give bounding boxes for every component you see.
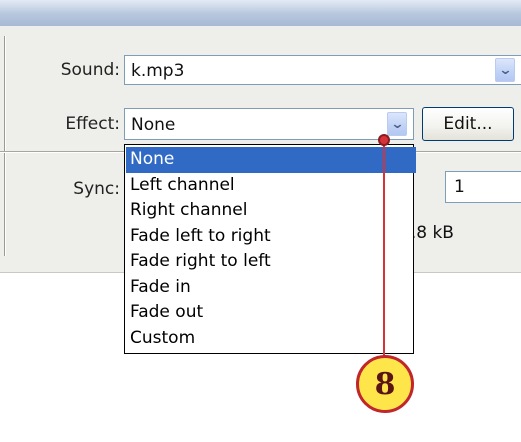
effect-select[interactable]: None ⌄ — [124, 108, 414, 140]
annotation-pointer-dot — [378, 134, 390, 146]
effect-dropdown-list[interactable]: None Left channel Right channel Fade lef… — [124, 144, 416, 354]
annotation-pointer-line — [383, 139, 385, 357]
effect-option-none[interactable]: None — [126, 147, 416, 173]
effect-edit-button[interactable]: Edit... — [422, 107, 514, 141]
sound-select-dropdown-button[interactable]: ⌄ — [495, 58, 515, 82]
effect-option-fade-out[interactable]: Fade out — [126, 300, 416, 326]
sync-label: Sync: — [73, 179, 120, 199]
effect-option-fade-left-to-right[interactable]: Fade left to right — [126, 224, 416, 250]
effect-select-value: None — [131, 115, 176, 135]
repeat-count-value: 1 — [454, 177, 465, 197]
effect-option-custom[interactable]: Custom — [126, 326, 416, 352]
chevron-down-icon: ⌄ — [497, 62, 513, 78]
sound-label: Sound: — [60, 60, 120, 80]
chevron-down-icon: ⌄ — [389, 116, 405, 132]
effect-select-dropdown-button[interactable]: ⌄ — [387, 112, 407, 136]
panel-title-bar — [0, 0, 521, 26]
effect-label: Effect: — [65, 114, 120, 134]
effect-option-fade-in[interactable]: Fade in — [126, 275, 416, 301]
sound-select-value: k.mp3 — [131, 61, 185, 81]
annotation-step-badge: 8 — [356, 355, 414, 413]
effect-option-left-channel[interactable]: Left channel — [126, 173, 416, 199]
panel-divider-vertical — [4, 36, 6, 256]
effect-option-fade-right-to-left[interactable]: Fade right to left — [126, 249, 416, 275]
effect-option-right-channel[interactable]: Right channel — [126, 198, 416, 224]
repeat-count-field[interactable]: 1 — [445, 171, 521, 203]
sound-select[interactable]: k.mp3 ⌄ — [124, 55, 521, 85]
